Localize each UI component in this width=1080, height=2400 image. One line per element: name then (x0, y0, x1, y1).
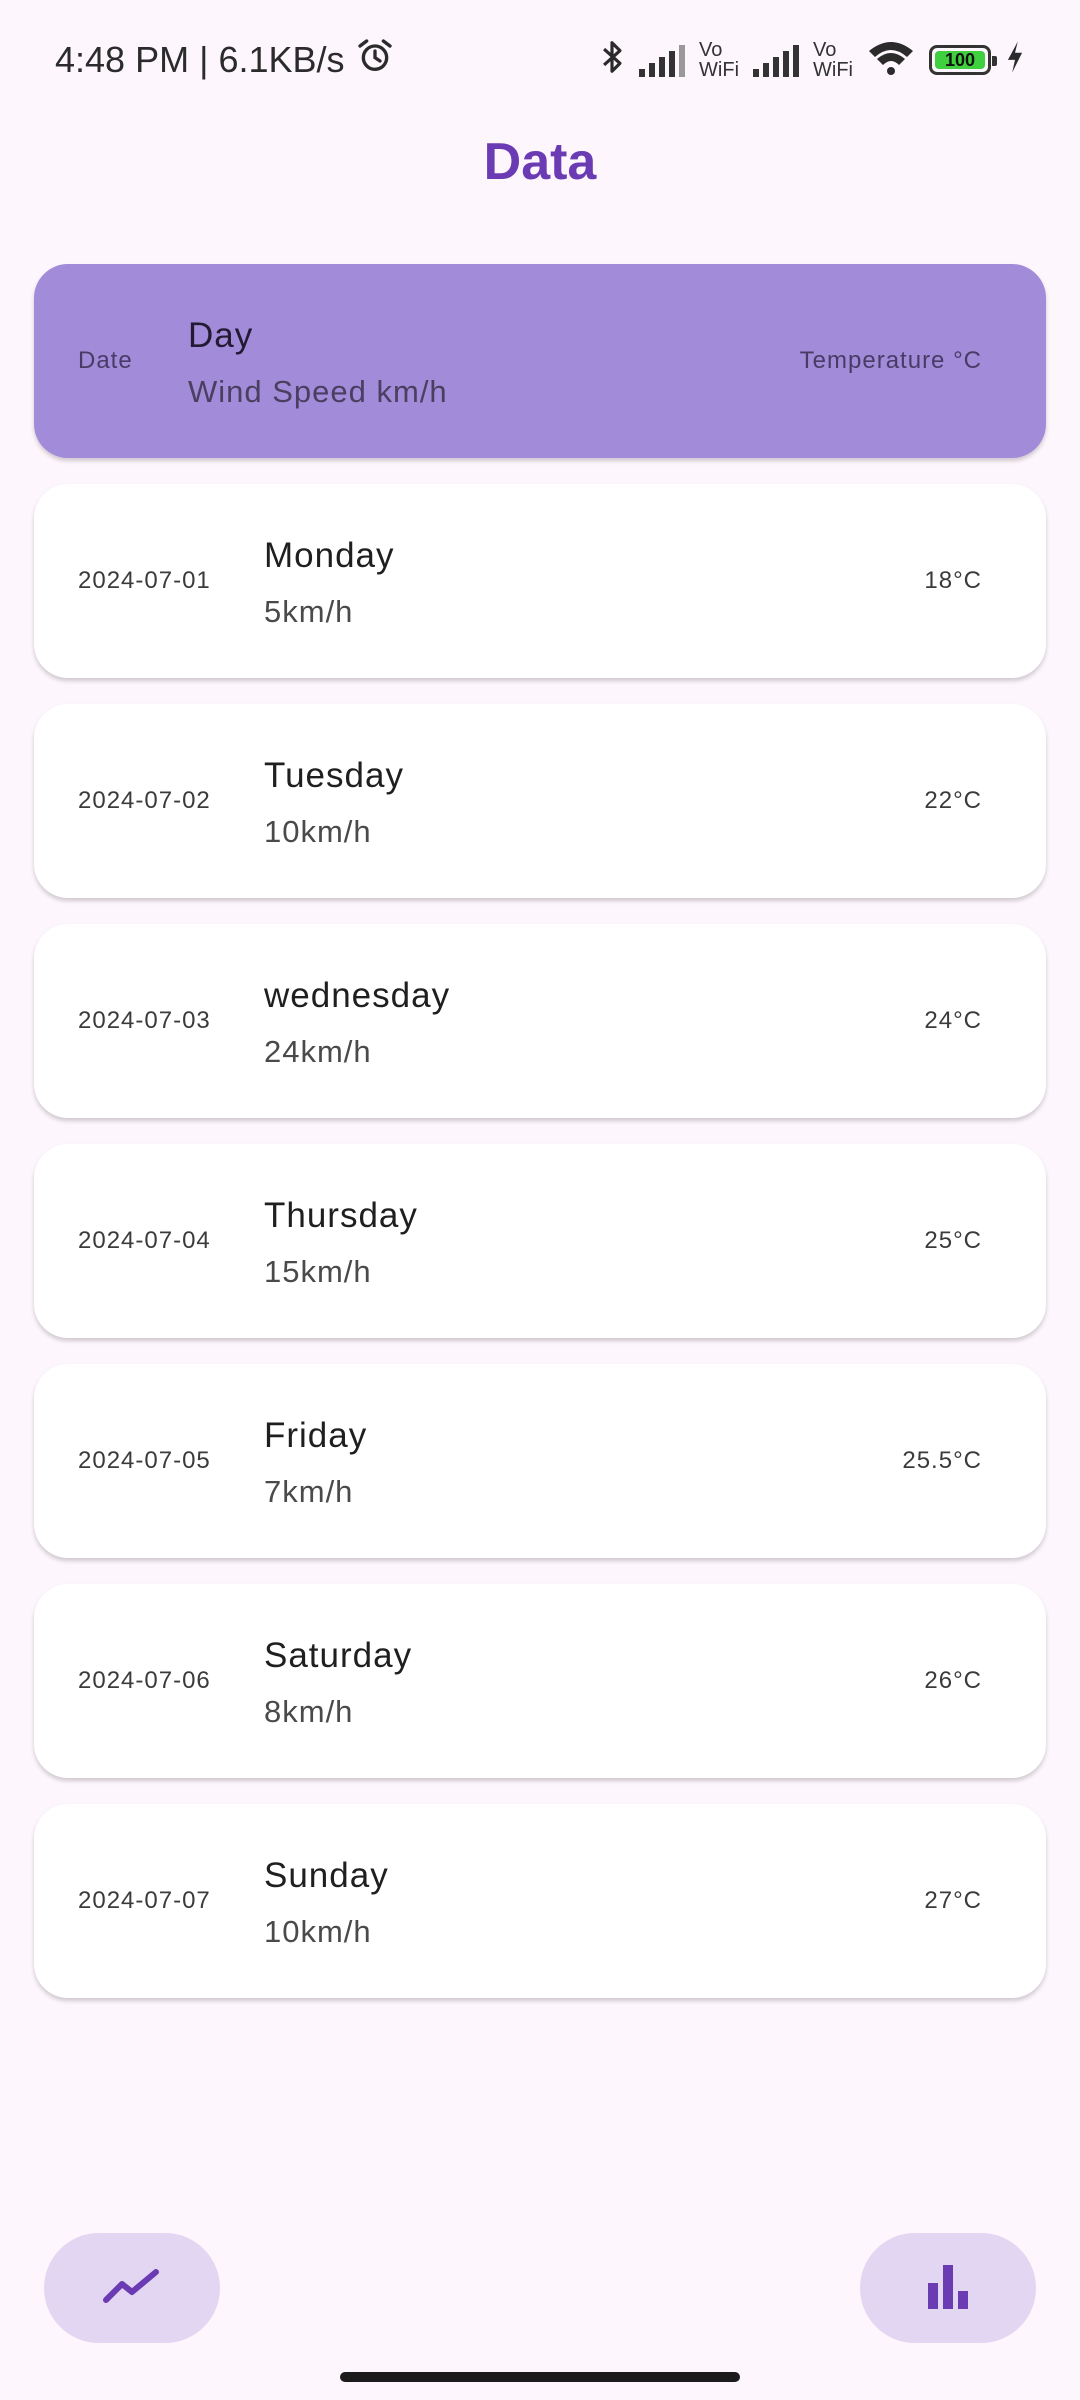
row-day: Sunday (264, 1856, 389, 1895)
row-date: 2024-07-01 (78, 567, 211, 594)
row-temp: 27°C (924, 1887, 982, 1914)
signal-icon-1 (639, 43, 686, 77)
row-day: Saturday (264, 1636, 413, 1675)
row-date: 2024-07-04 (78, 1227, 211, 1254)
row-date: 2024-07-02 (78, 787, 211, 814)
header-day-label: Day (188, 316, 254, 355)
row-temp: 24°C (924, 1007, 982, 1034)
row-wind: 15km/h (264, 1254, 372, 1289)
row-day: Monday (264, 536, 395, 575)
list-item[interactable]: 2024-07-04 Thursday 15km/h 25°C (34, 1144, 1046, 1338)
list-item[interactable]: 2024-07-01 Monday 5km/h 18°C (34, 484, 1046, 678)
row-temp: 25.5°C (902, 1447, 982, 1474)
header-wind-label: Wind Speed km/h (188, 374, 448, 409)
alarm-icon (355, 36, 395, 85)
status-time: 4:48 PM (55, 39, 190, 80)
status-bar: 4:48 PM | 6.1KB/s Vo WiFi Vo WiFi 100 (0, 0, 1080, 120)
wifi-icon (867, 39, 915, 81)
line-chart-button[interactable] (44, 2233, 220, 2343)
signal-icon-2 (753, 43, 800, 77)
row-wind: 5km/h (264, 594, 354, 629)
charging-icon (1005, 40, 1025, 80)
vowifi-bottom-label: WiFi (699, 59, 740, 81)
header-date-label: Date (78, 347, 133, 374)
row-wind: 10km/h (264, 1914, 372, 1949)
list-item[interactable]: 2024-07-05 Friday 7km/h 25.5°C (34, 1364, 1046, 1558)
row-date: 2024-07-05 (78, 1447, 211, 1474)
row-day: Tuesday (264, 756, 404, 795)
bar-chart-button[interactable] (860, 2233, 1036, 2343)
vowifi-icon-2: Vo WiFi (813, 40, 853, 80)
row-date: 2024-07-07 (78, 1887, 211, 1914)
status-right: Vo WiFi Vo WiFi 100 (599, 38, 1025, 82)
row-date: 2024-07-06 (78, 1667, 211, 1694)
page-title: Data (483, 133, 597, 191)
home-indicator[interactable] (340, 2372, 740, 2382)
header-temp-label: Temperature °C (799, 347, 982, 374)
list-item[interactable]: 2024-07-06 Saturday 8km/h 26°C (34, 1584, 1046, 1778)
row-day: Friday (264, 1416, 368, 1455)
vowifi-icon-1: Vo WiFi (699, 40, 739, 80)
row-temp: 18°C (924, 567, 982, 594)
vowifi-top-label: Vo (813, 39, 837, 61)
row-temp: 25°C (924, 1227, 982, 1254)
row-wind: 10km/h (264, 814, 372, 849)
row-date: 2024-07-03 (78, 1007, 211, 1034)
list-item[interactable]: 2024-07-07 Sunday 10km/h 27°C (34, 1804, 1046, 1998)
status-left: 4:48 PM | 6.1KB/s (55, 36, 395, 85)
row-temp: 26°C (924, 1667, 982, 1694)
list-item[interactable]: 2024-07-03 wednesday 24km/h 24°C (34, 924, 1046, 1118)
row-temp: 22°C (924, 787, 982, 814)
line-chart-icon (102, 2266, 162, 2311)
status-separator: | (199, 39, 209, 80)
bar-chart-icon (924, 2261, 972, 2316)
list-item[interactable]: 2024-07-02 Tuesday 10km/h 22°C (34, 704, 1046, 898)
row-day: wednesday (264, 976, 451, 1015)
network-speed: 6.1KB/s (218, 39, 345, 80)
table-header-card: Date Day Wind Speed km/h Temperature °C (34, 264, 1046, 458)
battery-icon: 100 (929, 45, 997, 75)
bluetooth-icon (599, 38, 625, 82)
battery-level: 100 (944, 49, 976, 70)
row-wind: 24km/h (264, 1034, 372, 1069)
vowifi-top-label: Vo (699, 39, 723, 61)
row-day: Thursday (264, 1196, 418, 1235)
vowifi-bottom-label: WiFi (813, 59, 853, 81)
row-wind: 8km/h (264, 1694, 354, 1729)
row-wind: 7km/h (264, 1474, 354, 1509)
